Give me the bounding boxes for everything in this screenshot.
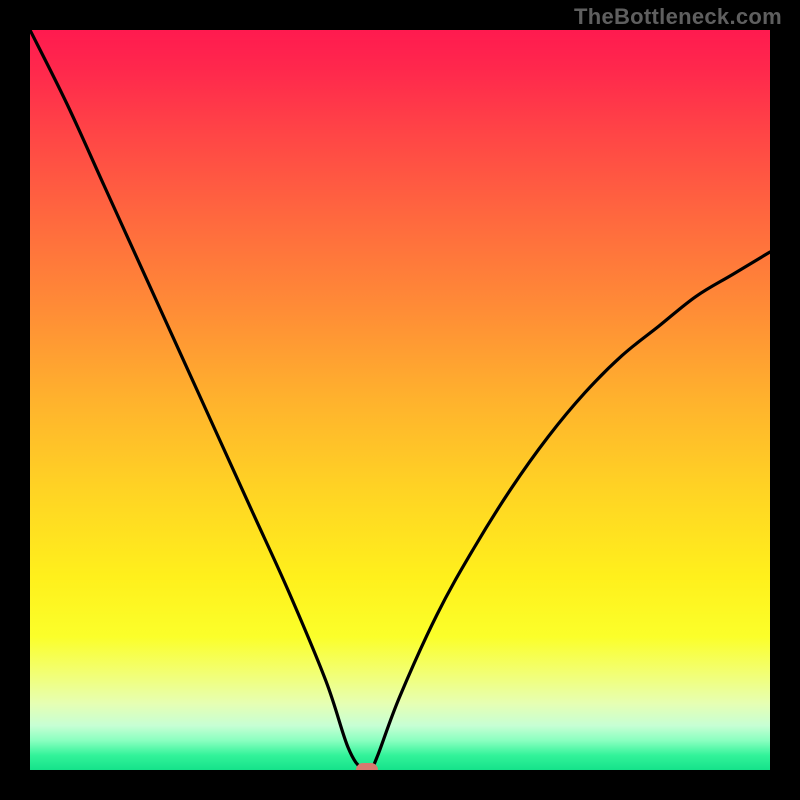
plot-area	[30, 30, 770, 770]
curve-svg	[30, 30, 770, 770]
chart-frame: TheBottleneck.com	[0, 0, 800, 800]
min-marker	[356, 763, 378, 770]
curve-path	[30, 30, 770, 770]
watermark-text: TheBottleneck.com	[574, 4, 782, 30]
